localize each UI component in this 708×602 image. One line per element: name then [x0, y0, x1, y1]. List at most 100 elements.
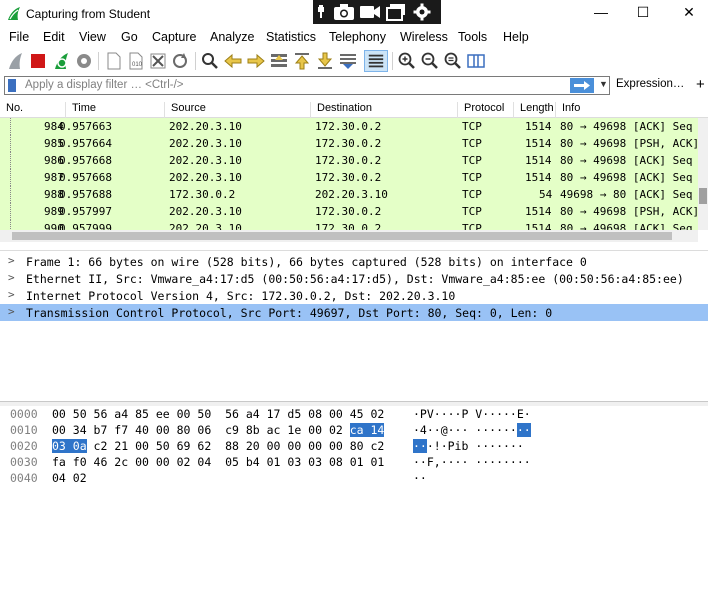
- bookmark-icon[interactable]: [8, 79, 16, 92]
- cell-source: 172.30.0.2: [169, 188, 236, 201]
- cell-destination: 172.30.0.2: [315, 171, 382, 184]
- menu-analyze[interactable]: Analyze: [210, 30, 254, 44]
- go-last-packet-icon[interactable]: [315, 51, 335, 71]
- apply-filter-arrow-icon[interactable]: [570, 78, 594, 93]
- cell-time: 0.957997: [59, 205, 112, 218]
- autoscroll-icon[interactable]: [338, 51, 358, 71]
- hex-row[interactable]: 0010 00 34 b7 f7 40 00 80 06 c9 8b ac 1e…: [0, 422, 708, 438]
- scrollbar-thumb[interactable]: [12, 232, 672, 240]
- cell-time: 0.957668: [59, 154, 112, 167]
- packet-list-horizontal-scrollbar[interactable]: [0, 230, 698, 242]
- title-bar: Capturing from Student — ☐ ✕: [0, 0, 708, 28]
- cell-info: 80 → 49698 [ACK] Seq: [560, 222, 693, 230]
- cell-length: 1514: [525, 222, 552, 230]
- menu-statistics[interactable]: Statistics: [266, 30, 316, 44]
- cell-info: 80 → 49698 [ACK] Seq: [560, 120, 693, 133]
- open-file-icon[interactable]: [104, 51, 124, 71]
- zoom-in-icon[interactable]: [397, 51, 417, 71]
- save-file-icon[interactable]: 010: [126, 51, 146, 71]
- cell-length: 1514: [525, 120, 552, 133]
- reload-file-icon[interactable]: [170, 51, 190, 71]
- add-filter-button[interactable]: +: [696, 76, 705, 93]
- packet-row[interactable]: 984 0.957663 202.20.3.10 172.30.0.2 TCP …: [0, 118, 698, 135]
- expand-chevron-icon[interactable]: >: [8, 271, 15, 284]
- pin-icon[interactable]: [317, 5, 325, 19]
- hex-row[interactable]: 0000 00 50 56 a4 85 ee 00 50 56 a4 17 d5…: [0, 406, 708, 422]
- menu-file[interactable]: File: [9, 30, 29, 44]
- menu-go[interactable]: Go: [121, 30, 138, 44]
- hex-row[interactable]: 0040 04 02 ··: [0, 470, 708, 486]
- video-camera-icon[interactable]: [359, 3, 381, 21]
- hex-row[interactable]: 0020 03 0a c2 21 00 50 69 62 88 20 00 00…: [0, 438, 708, 454]
- close-button[interactable]: ✕: [674, 4, 704, 24]
- cell-info: 80 → 49698 [PSH, ACK]: [560, 137, 700, 150]
- expand-chevron-icon[interactable]: >: [8, 254, 15, 267]
- menu-wireless[interactable]: Wireless: [400, 30, 448, 44]
- menu-capture[interactable]: Capture: [152, 30, 196, 44]
- cell-time: 0.957664: [59, 137, 112, 150]
- scrollbar-thumb[interactable]: [699, 188, 707, 204]
- hex-bytes: 00 34 b7 f7 40 00 80 06 c9 8b ac 1e 00 0…: [52, 423, 385, 437]
- hex-ascii: ·4··@··· ········: [413, 423, 531, 437]
- start-capture-fin-icon[interactable]: [5, 51, 25, 71]
- expression-button[interactable]: Expression…: [616, 78, 684, 90]
- packet-list: No. Time Source Destination Protocol Len…: [0, 99, 708, 244]
- recording-toolbar: [313, 0, 441, 24]
- packet-row[interactable]: 987 0.957668 202.20.3.10 172.30.0.2 TCP …: [0, 169, 698, 186]
- cell-length: 1514: [525, 171, 552, 184]
- cell-source: 202.20.3.10: [169, 120, 242, 133]
- hex-ascii: ··F,···· ········: [413, 455, 531, 469]
- hex-row[interactable]: 0030 fa f0 46 2c 00 00 02 04 05 b4 01 03…: [0, 454, 708, 470]
- zoom-out-icon[interactable]: [420, 51, 440, 71]
- hex-offset: 0020: [10, 439, 38, 453]
- packet-row[interactable]: 988 0.957688 172.30.0.2 202.20.3.10 TCP …: [0, 186, 698, 203]
- hex-ascii: ·PV····P V·····E·: [413, 407, 531, 421]
- cell-time: 0.957688: [59, 188, 112, 201]
- go-to-packet-icon[interactable]: [269, 51, 289, 71]
- detail-row-frame[interactable]: > Frame 1: 66 bytes on wire (528 bits), …: [0, 253, 708, 270]
- restart-capture-icon[interactable]: [51, 51, 71, 71]
- capture-options-icon[interactable]: [74, 51, 94, 71]
- expand-chevron-icon[interactable]: >: [8, 288, 15, 301]
- filter-dropdown-icon[interactable]: ▼: [599, 79, 608, 89]
- stop-capture-icon[interactable]: [28, 51, 48, 71]
- colorize-toggle[interactable]: [364, 50, 388, 72]
- packet-row[interactable]: 985 0.957664 202.20.3.10 172.30.0.2 TCP …: [0, 135, 700, 152]
- close-file-icon[interactable]: [148, 51, 168, 71]
- menu-view[interactable]: View: [79, 30, 106, 44]
- menu-telephony[interactable]: Telephony: [329, 30, 386, 44]
- maximize-button[interactable]: ☐: [628, 4, 658, 24]
- display-filter-input[interactable]: Apply a display filter … <Ctrl-/> ▼: [4, 76, 610, 95]
- go-first-packet-icon[interactable]: [292, 51, 312, 71]
- tree-guide-line: [10, 169, 11, 186]
- cell-info: 49698 → 80 [ACK] Seq: [560, 188, 693, 201]
- find-packet-icon[interactable]: [200, 51, 220, 71]
- windows-icon[interactable]: [385, 3, 407, 21]
- cell-time: 0.957668: [59, 171, 112, 184]
- filter-placeholder: Apply a display filter … <Ctrl-/>: [25, 79, 184, 91]
- menu-edit[interactable]: Edit: [43, 30, 65, 44]
- svg-text:010: 010: [132, 62, 143, 68]
- minimize-button[interactable]: —: [586, 4, 616, 24]
- menu-tools[interactable]: Tools: [458, 30, 487, 44]
- detail-row-ethernet[interactable]: > Ethernet II, Src: Vmware_a4:17:d5 (00:…: [0, 270, 708, 287]
- cell-time: 0.957663: [59, 120, 112, 133]
- packet-row[interactable]: 989 0.957997 202.20.3.10 172.30.0.2 TCP …: [0, 203, 699, 220]
- normal-size-icon[interactable]: [443, 51, 463, 71]
- menu-help[interactable]: Help: [503, 30, 529, 44]
- packet-bytes: 0000 00 50 56 a4 85 ee 00 50 56 a4 17 d5…: [0, 406, 708, 602]
- camera-icon[interactable]: [333, 3, 355, 21]
- resize-columns-icon[interactable]: [466, 51, 486, 71]
- detail-row-tcp[interactable]: > Transmission Control Protocol, Src Por…: [0, 304, 708, 321]
- detail-row-ipv4[interactable]: > Internet Protocol Version 4, Src: 172.…: [0, 287, 708, 304]
- go-back-icon[interactable]: [223, 51, 243, 71]
- gear-icon[interactable]: [411, 3, 433, 21]
- cell-protocol: TCP: [462, 205, 482, 218]
- go-forward-icon[interactable]: [246, 51, 266, 71]
- hex-bytes: 00 50 56 a4 85 ee 00 50 56 a4 17 d5 08 0…: [52, 407, 385, 421]
- expand-chevron-icon[interactable]: >: [8, 305, 15, 318]
- packet-list-vertical-scrollbar[interactable]: [698, 118, 708, 230]
- packet-row-partial[interactable]: 990 0.957999 202.20.3.10 172.30.0.2 TCP …: [0, 220, 698, 230]
- packet-row[interactable]: 986 0.957668 202.20.3.10 172.30.0.2 TCP …: [0, 152, 698, 169]
- hex-bytes: fa f0 46 2c 00 00 02 04 05 b4 01 03 03 0…: [52, 455, 385, 469]
